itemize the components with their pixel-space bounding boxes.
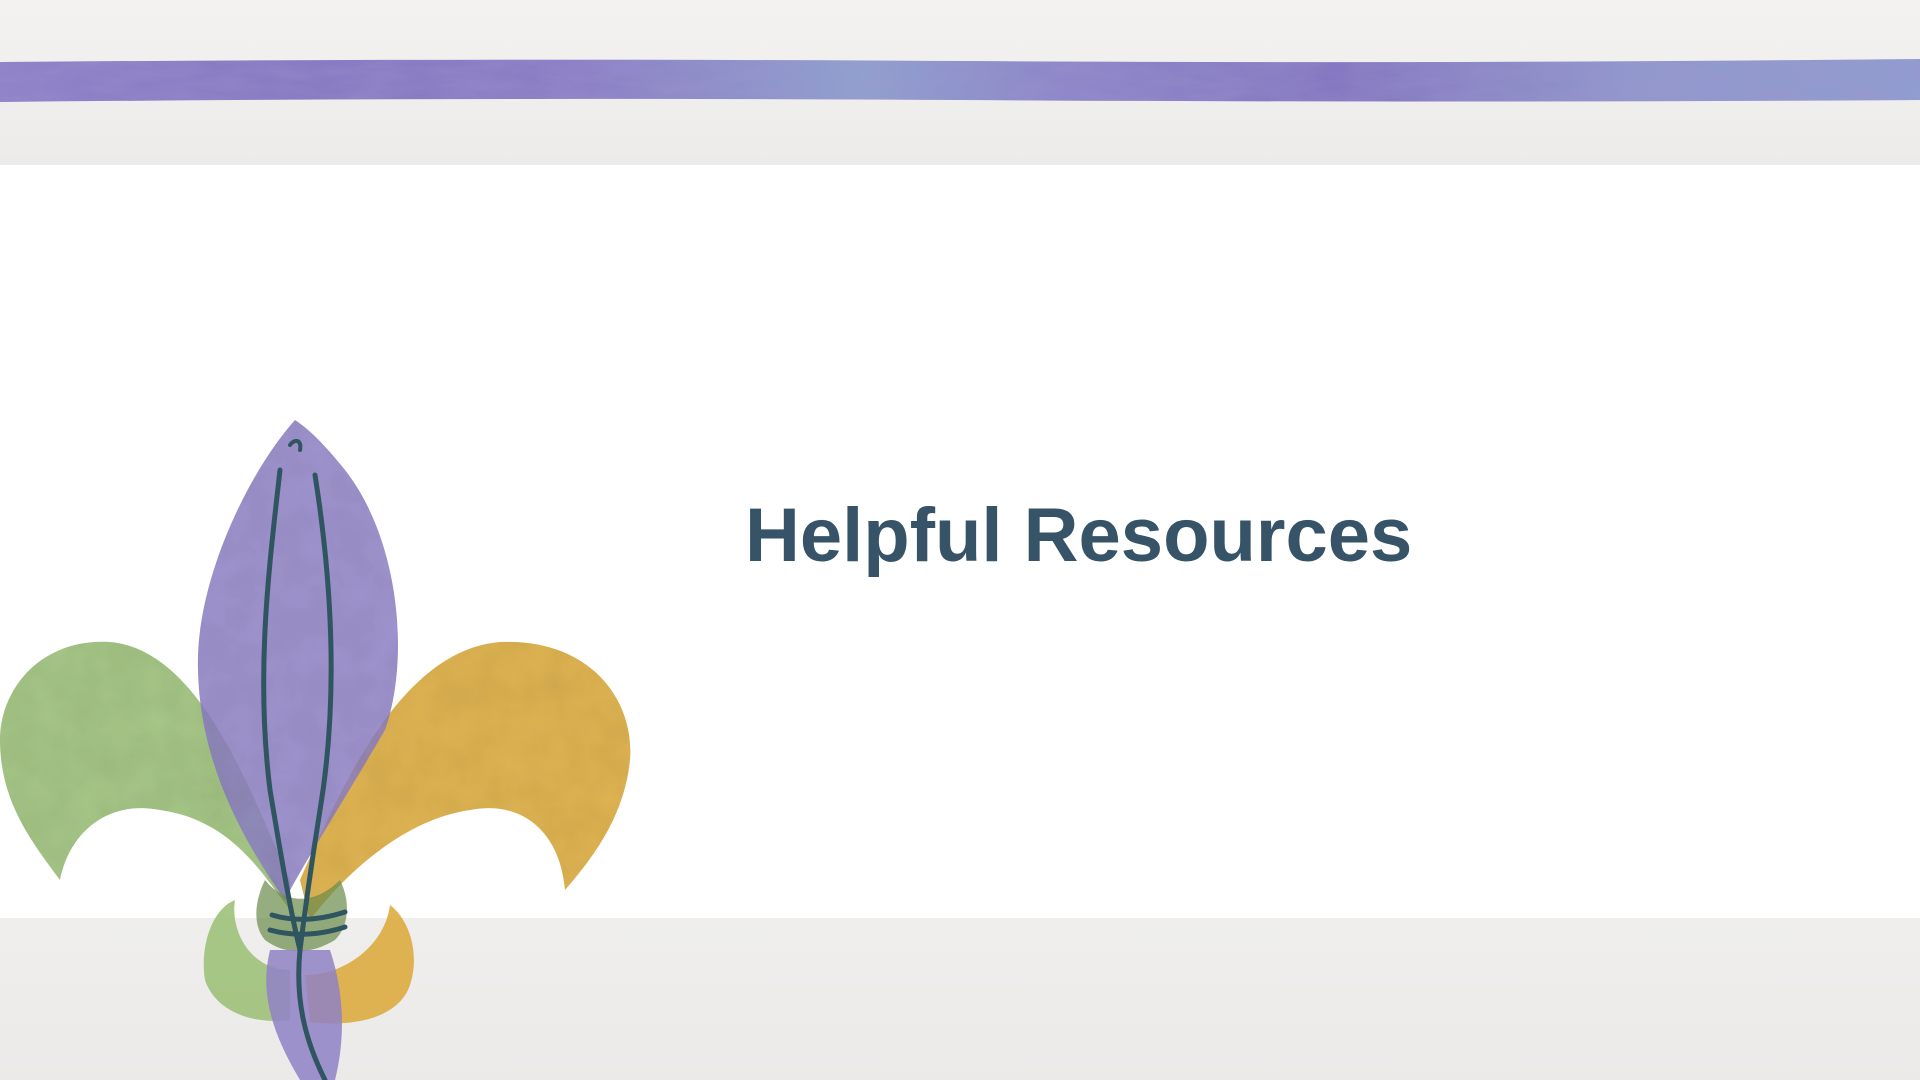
- slide-title: Helpful Resources: [745, 493, 1413, 578]
- slide: Helpful Resources: [0, 0, 1920, 1080]
- watercolor-stripe: [0, 59, 1920, 102]
- fleur-de-lis-icon: [0, 420, 631, 1080]
